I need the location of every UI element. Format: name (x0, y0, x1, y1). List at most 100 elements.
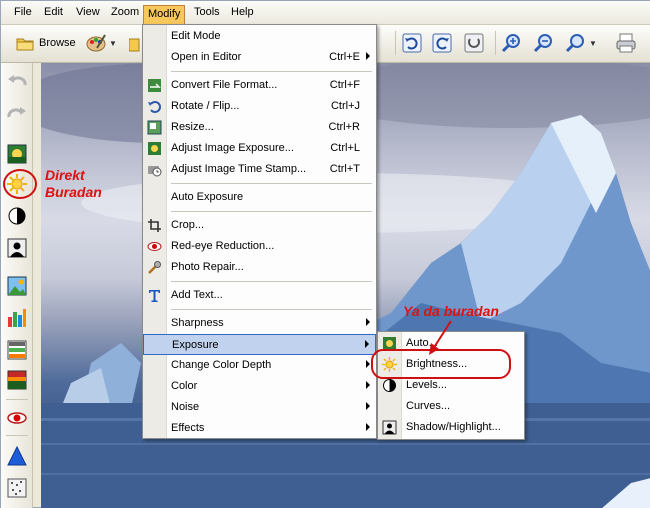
menu-item-label: Color (171, 380, 198, 392)
menu-item-label: Rotate / Flip... (171, 100, 240, 112)
rotate-left-button[interactable] (401, 30, 423, 56)
menu-item-label: Add Text... (171, 289, 223, 301)
left-annotation-line2: Buradan (45, 184, 102, 200)
toolbar-separator (495, 31, 496, 55)
menu-item-photo-repair[interactable]: Photo Repair... (143, 257, 376, 278)
editor-palette-button[interactable]: ▼ (85, 30, 117, 56)
grayscale-portrait-icon[interactable] (6, 237, 28, 259)
redo-icon[interactable] (6, 103, 28, 125)
menu-item-adjust-time-stamp[interactable]: Adjust Image Time Stamp... Ctrl+T (143, 159, 376, 180)
rotate-left-icon (402, 33, 422, 53)
submenu-item-curves[interactable]: Curves... (378, 396, 524, 417)
menu-item-shortcut: Ctrl+J (330, 100, 360, 112)
menu-item-label: Exposure (172, 339, 219, 351)
menu-item-label: Adjust Image Time Stamp... (171, 163, 307, 175)
menu-view[interactable]: View (76, 6, 100, 18)
menu-item-label: Sharpness (171, 317, 224, 329)
undo-icon[interactable] (6, 71, 28, 93)
red-eye-icon (147, 242, 162, 251)
folder-button[interactable] (129, 30, 143, 56)
resize-icon (147, 120, 162, 135)
menu-item-exposure[interactable]: Exposure (143, 334, 376, 355)
menu-item-resize[interactable]: Resize... Ctrl+R (143, 117, 376, 138)
menu-item-add-text[interactable]: Add Text... (143, 285, 376, 306)
submenu-arrow-icon (365, 340, 369, 348)
menu-item-color[interactable]: Color (143, 376, 376, 397)
menu-item-edit-mode[interactable]: Edit Mode (143, 26, 376, 47)
color-depth-icon[interactable] (6, 339, 28, 361)
rotate-right-icon (432, 33, 452, 53)
menu-item-label: Change Color Depth (171, 359, 272, 371)
submenu-item-shadow-highlight[interactable]: Shadow/Highlight... (378, 417, 524, 438)
submenu-arrow-icon (366, 423, 370, 431)
text-icon (149, 290, 160, 302)
folder-icon (129, 38, 140, 52)
menu-item-adjust-exposure[interactable]: Adjust Image Exposure... Ctrl+L (143, 138, 376, 159)
camera-clock-icon (148, 166, 162, 177)
menu-item-label: Convert File Format... (171, 79, 278, 91)
color-balance-icon[interactable] (6, 369, 28, 391)
chevron-down-icon[interactable]: ▼ (589, 39, 597, 48)
zoom-out-icon (533, 34, 552, 53)
flip-icon (464, 33, 484, 53)
menu-item-rotate-flip[interactable]: Rotate / Flip... Ctrl+J (143, 96, 376, 117)
adjust-exposure-icon[interactable] (6, 143, 28, 165)
menu-help[interactable]: Help (231, 6, 254, 18)
menu-item-effects[interactable]: Effects (143, 418, 376, 439)
menu-separator (171, 71, 372, 72)
modify-menu: Edit Mode Open in Editor Ctrl+E Convert … (142, 24, 377, 439)
rotate-icon (148, 101, 161, 113)
menu-item-label: Resize... (171, 121, 214, 133)
submenu-arrow-icon (366, 52, 370, 60)
menu-item-shortcut: Ctrl+R (328, 121, 360, 133)
adjust-exposure-icon (148, 142, 161, 155)
menu-separator (171, 183, 372, 184)
levels-icon (383, 379, 396, 392)
rotate-right-button[interactable] (431, 30, 453, 56)
menu-tools[interactable]: Tools (194, 6, 220, 18)
menu-item-noise[interactable]: Noise (143, 397, 376, 418)
menu-item-label: Edit Mode (171, 30, 221, 42)
red-eye-icon[interactable] (6, 407, 28, 429)
convert-format-icon (148, 79, 161, 92)
menu-item-label: Photo Repair... (171, 261, 244, 273)
menu-modify[interactable]: Modify (143, 5, 186, 24)
toolbar-separator (395, 31, 396, 55)
sharpen-triangle-icon[interactable] (6, 445, 28, 467)
portrait-icon (382, 420, 397, 435)
menu-zoom[interactable]: Zoom (111, 6, 139, 18)
menu-separator (171, 309, 372, 310)
printer-icon (616, 33, 636, 53)
menu-item-auto-exposure[interactable]: Auto Exposure (143, 187, 376, 208)
browse-button[interactable]: Browse (15, 30, 76, 56)
menu-item-open-in-editor[interactable]: Open in Editor Ctrl+E (143, 47, 376, 68)
menu-item-shortcut: Ctrl+L (330, 142, 360, 154)
menu-item-label: Red-eye Reduction... (171, 240, 275, 252)
submenu-item-label: Shadow/Highlight... (406, 421, 501, 433)
menu-item-crop[interactable]: Crop... (143, 215, 376, 236)
left-toolbar (1, 63, 33, 508)
zoom-in-button[interactable] (501, 30, 523, 56)
right-annotation: Ya da buradan (403, 303, 499, 319)
zoom-options-button[interactable]: ▼ (565, 30, 597, 56)
menu-item-sharpness[interactable]: Sharpness (143, 313, 376, 334)
submenu-arrow-icon (366, 402, 370, 410)
contrast-icon[interactable] (6, 205, 28, 227)
menu-item-convert-format[interactable]: Convert File Format... Ctrl+F (143, 75, 376, 96)
zoom-out-button[interactable] (533, 30, 555, 56)
noise-icon[interactable] (6, 477, 28, 499)
menu-edit[interactable]: Edit (44, 6, 63, 18)
menu-item-red-eye[interactable]: Red-eye Reduction... (143, 236, 376, 257)
landscape-color-icon[interactable] (6, 275, 28, 297)
submenu-arrow-icon (366, 360, 370, 368)
print-button[interactable] (615, 30, 637, 56)
histogram-icon[interactable] (6, 307, 28, 329)
left-annotation: Direkt Buradan (45, 167, 102, 201)
menu-file[interactable]: File (14, 6, 32, 18)
menu-item-label: Auto Exposure (171, 191, 244, 203)
menu-item-label: Effects (171, 422, 205, 434)
menu-item-change-color-depth[interactable]: Change Color Depth (143, 355, 376, 376)
flip-button[interactable] (463, 30, 485, 56)
chevron-down-icon[interactable]: ▼ (109, 39, 117, 48)
palette-icon (86, 34, 106, 52)
